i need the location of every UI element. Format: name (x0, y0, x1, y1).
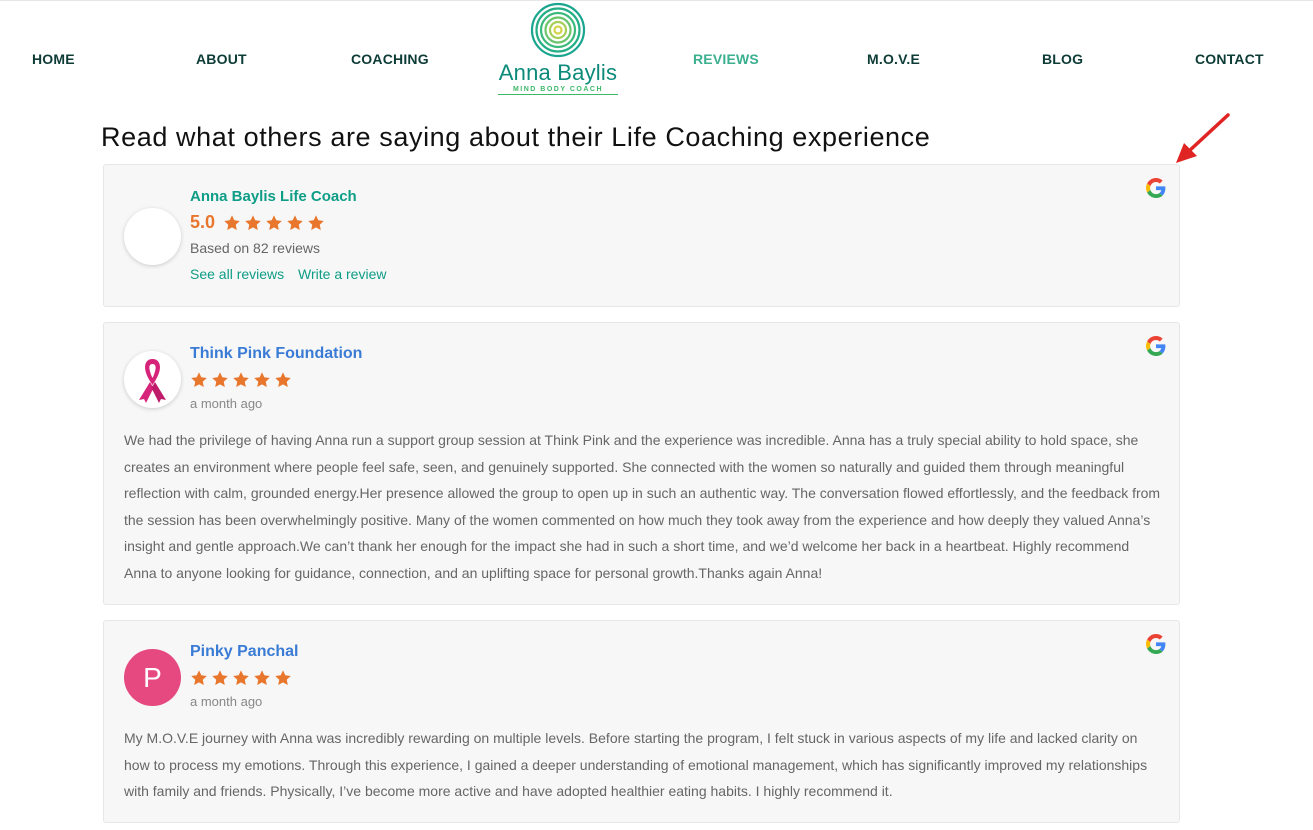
review-count: Based on 82 reviews (190, 240, 320, 256)
review-links: See all reviews Write a review (190, 266, 396, 282)
reviewer-name[interactable]: Think Pink Foundation (190, 345, 362, 363)
pink-ribbon-icon (139, 359, 166, 403)
review-text: We had the privilege of having Anna run … (124, 432, 1161, 581)
business-avatar (124, 208, 181, 265)
nav-coaching[interactable]: COACHING (351, 51, 429, 67)
nav-home[interactable]: HOME (32, 51, 75, 67)
star-icon (266, 214, 282, 230)
review-time: a month ago (190, 694, 263, 709)
nav-contact[interactable]: CONTACT (1195, 51, 1264, 67)
google-icon[interactable] (1146, 634, 1166, 654)
write-review-link[interactable]: Write a review (298, 266, 386, 282)
review-card: P Pinky Panchal a month ago My M.O.V.E j… (103, 620, 1180, 823)
nav-blog[interactable]: BLOG (1042, 51, 1083, 67)
star-rating (190, 371, 292, 389)
logo-tagline: MIND BODY COACH (498, 86, 618, 95)
star-icon (233, 372, 249, 388)
site-logo[interactable]: Anna Baylis MIND BODY COACH (494, 2, 622, 95)
google-icon[interactable] (1146, 178, 1166, 198)
reviewer-avatar[interactable]: P (124, 649, 181, 706)
google-icon[interactable] (1146, 336, 1166, 356)
star-icon (275, 670, 291, 686)
summary-card: Anna Baylis Life Coach 5.0 Based on 82 r… (103, 164, 1180, 307)
star-icon (233, 670, 249, 686)
business-name[interactable]: Anna Baylis Life Coach (190, 188, 357, 205)
star-icon (212, 670, 228, 686)
star-icon (245, 214, 261, 230)
reviewer-avatar[interactable] (124, 351, 181, 408)
main-nav: HOME ABOUT COACHING Anna Baylis MIND BOD… (0, 0, 1313, 110)
star-rating (190, 669, 292, 687)
rating-row: 5.0 (190, 212, 325, 233)
rating-value: 5.0 (190, 212, 216, 232)
star-rating (223, 214, 325, 232)
nav-reviews[interactable]: REVIEWS (693, 51, 759, 67)
star-icon (254, 372, 270, 388)
nav-move[interactable]: M.O.V.E (867, 51, 920, 67)
star-icon (308, 214, 324, 230)
star-icon (212, 372, 228, 388)
review-text: My M.O.V.E journey with Anna was incredi… (124, 730, 1148, 799)
nav-about[interactable]: ABOUT (196, 51, 247, 67)
see-all-reviews-link[interactable]: See all reviews (190, 266, 284, 282)
star-icon (254, 670, 270, 686)
star-icon (224, 214, 240, 230)
star-icon (191, 372, 207, 388)
review-time: a month ago (190, 396, 263, 411)
star-icon (275, 372, 291, 388)
spiral-logo-icon (530, 2, 586, 58)
page-headline: Read what others are saying about their … (101, 122, 931, 152)
logo-name: Anna Baylis (498, 60, 618, 85)
star-icon (287, 214, 303, 230)
reviewer-name[interactable]: Pinky Panchal (190, 643, 299, 661)
review-card: Think Pink Foundation a month ago We had… (103, 322, 1180, 605)
red-arrow-icon (1176, 113, 1230, 163)
star-icon (191, 670, 207, 686)
